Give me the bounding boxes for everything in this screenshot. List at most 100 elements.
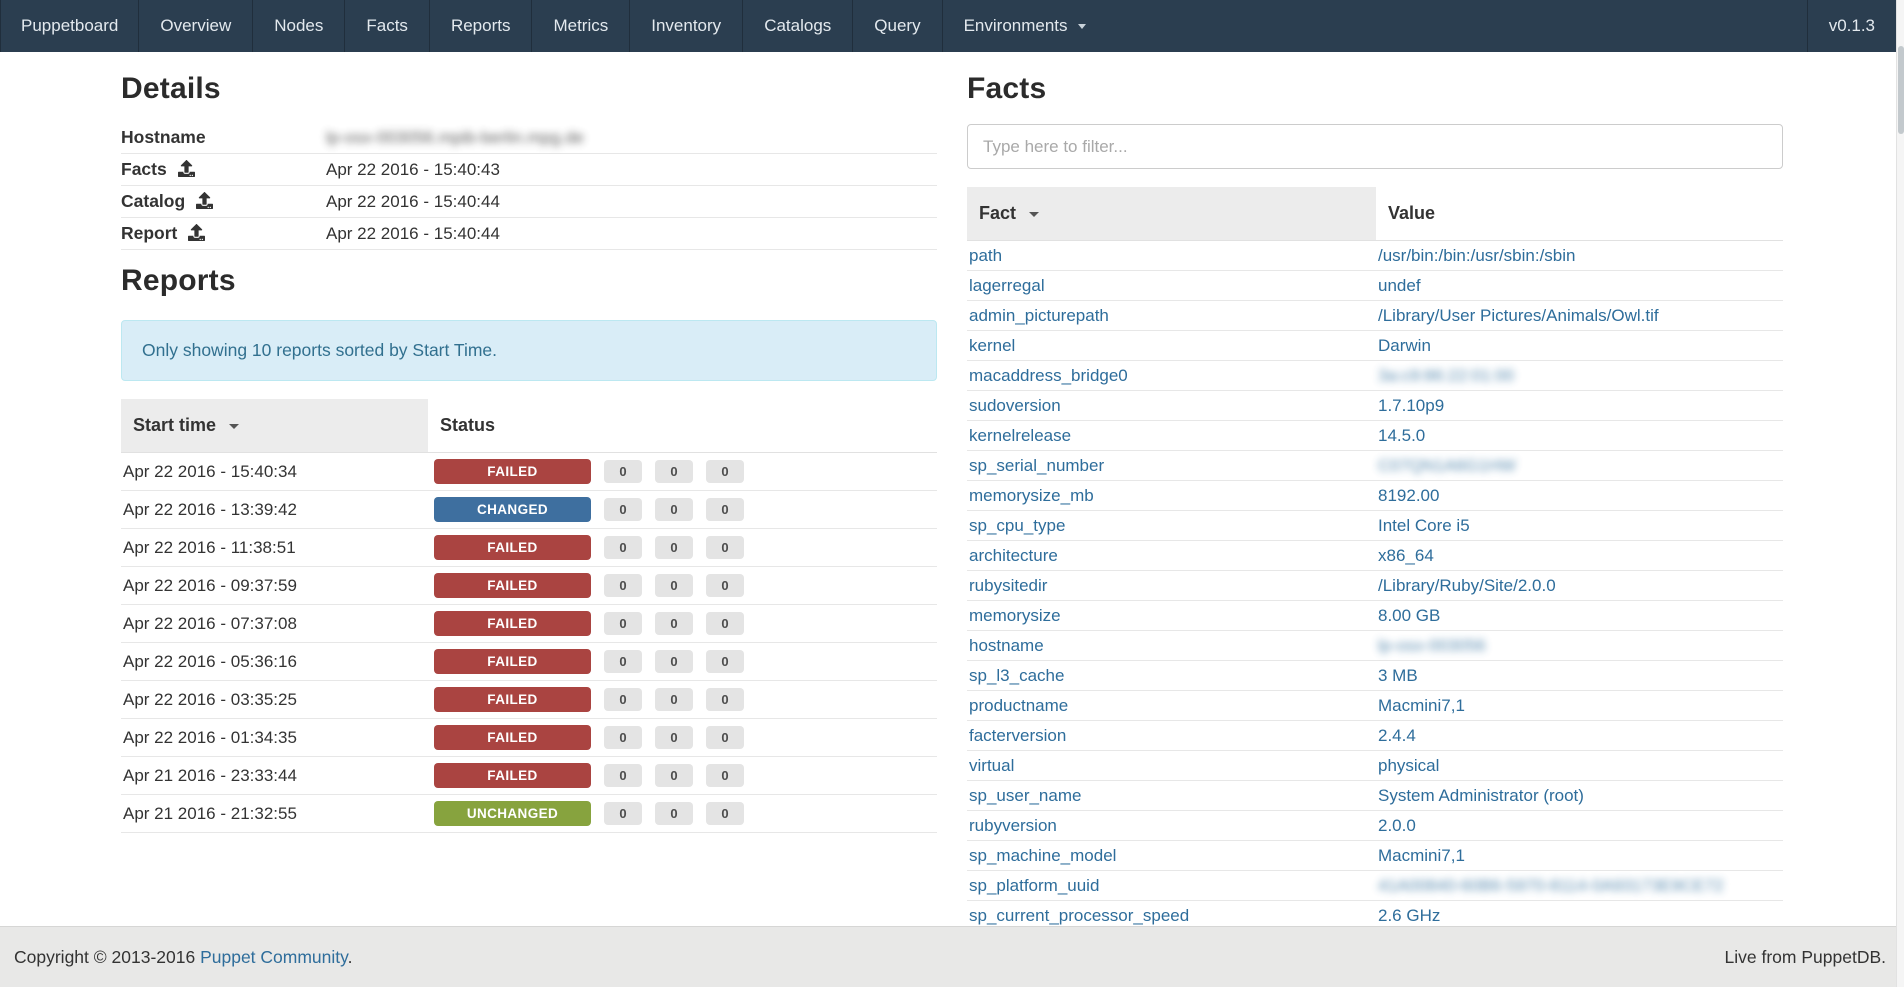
navbar-brand[interactable]: Puppetboard <box>0 0 138 52</box>
upload-icon[interactable] <box>178 160 195 177</box>
reports-header-status[interactable]: Status <box>428 399 937 453</box>
fact-value-cell: 3a:c9:86:22:01:00 <box>1376 361 1783 391</box>
fact-value-cell: 2.0.0 <box>1376 811 1783 841</box>
fact-link-sp_serial_number[interactable]: sp_serial_number <box>969 456 1104 475</box>
left-column: Details Hostnamelp-osx-003056.mpib-berli… <box>106 66 952 931</box>
puppet-community-link[interactable]: Puppet Community <box>200 947 348 967</box>
facts-sort-header-fact[interactable]: Fact <box>967 187 1376 241</box>
count-badge: 0 <box>706 460 744 483</box>
upload-icon[interactable] <box>196 192 213 209</box>
reports-header-row: Start time Status <box>121 399 937 453</box>
fact-link-macaddress_bridge0[interactable]: macaddress_bridge0 <box>969 366 1128 385</box>
report-status-cell: FAILED000 <box>428 529 937 567</box>
fact-link-sp_user_name[interactable]: sp_user_name <box>969 786 1081 805</box>
report-row: Apr 22 2016 - 01:34:35FAILED000 <box>121 719 937 757</box>
details-value: lp-osx-003056.mpib-berlin.mpg.de <box>326 122 937 154</box>
fact-link-rubysitedir[interactable]: rubysitedir <box>969 576 1047 595</box>
fact-link-kernel[interactable]: kernel <box>969 336 1015 355</box>
report-start-time[interactable]: Apr 22 2016 - 01:34:35 <box>121 719 428 757</box>
fact-link-sp_platform_uuid[interactable]: sp_platform_uuid <box>969 876 1099 895</box>
nav-item-facts[interactable]: Facts <box>344 0 429 52</box>
fact-row: memorysize_mb8192.00 <box>967 481 1783 511</box>
nav-item-query[interactable]: Query <box>852 0 941 52</box>
fact-name-cell: rubysitedir <box>967 571 1376 601</box>
fact-link-sudoversion[interactable]: sudoversion <box>969 396 1061 415</box>
chevron-down-icon <box>1078 24 1086 29</box>
nav-item-nodes[interactable]: Nodes <box>252 0 344 52</box>
upload-icon[interactable] <box>188 224 205 241</box>
status-badge: FAILED <box>434 573 591 598</box>
copyright-prefix: Copyright © 2013-2016 <box>14 947 200 967</box>
fact-link-virtual[interactable]: virtual <box>969 756 1014 775</box>
fact-value: Intel Core i5 <box>1378 516 1470 535</box>
reports-sort-header-start-time[interactable]: Start time <box>121 399 428 453</box>
report-start-time[interactable]: Apr 22 2016 - 15:40:34 <box>121 453 428 491</box>
fact-link-sp_cpu_type[interactable]: sp_cpu_type <box>969 516 1065 535</box>
fact-link-lagerregal[interactable]: lagerregal <box>969 276 1045 295</box>
fact-link-productname[interactable]: productname <box>969 696 1068 715</box>
fact-link-admin_picturepath[interactable]: admin_picturepath <box>969 306 1109 325</box>
fact-link-facterversion[interactable]: facterversion <box>969 726 1066 745</box>
fact-value-cell: undef <box>1376 271 1783 301</box>
nav-item-metrics[interactable]: Metrics <box>531 0 629 52</box>
fact-row: sp_serial_number C07QN1A6G1HW <box>967 451 1783 481</box>
fact-row: sp_machine_modelMacmini7,1 <box>967 841 1783 871</box>
count-badge: 0 <box>604 802 642 825</box>
fact-row: virtualphysical <box>967 751 1783 781</box>
details-label-catalog: Catalog <box>121 186 326 218</box>
fact-value-cell: C07QN1A6G1HW <box>1376 451 1783 481</box>
status-badge: FAILED <box>434 611 591 636</box>
fact-name-cell: macaddress_bridge0 <box>967 361 1376 391</box>
fact-value-cell: /Library/User Pictures/Animals/Owl.tif <box>1376 301 1783 331</box>
nav-item-inventory[interactable]: Inventory <box>629 0 742 52</box>
facts-table: Fact Value path/usr/bin:/bin:/usr/sbin:/… <box>967 187 1783 931</box>
count-badge: 0 <box>655 536 693 559</box>
report-start-time[interactable]: Apr 22 2016 - 03:35:25 <box>121 681 428 719</box>
nav-item-reports[interactable]: Reports <box>429 0 532 52</box>
fact-value-cell: 41A00840-60B6-5970-8114-0A93173E9CE72 <box>1376 871 1783 901</box>
report-start-time[interactable]: Apr 22 2016 - 09:37:59 <box>121 567 428 605</box>
vertical-scrollbar[interactable] <box>1896 0 1904 987</box>
scrollbar-thumb[interactable] <box>1898 46 1904 134</box>
count-badge: 0 <box>706 574 744 597</box>
report-start-time[interactable]: Apr 21 2016 - 23:33:44 <box>121 757 428 795</box>
fact-link-sp_current_processor_speed[interactable]: sp_current_processor_speed <box>969 906 1189 925</box>
report-row: Apr 22 2016 - 11:38:51FAILED000 <box>121 529 937 567</box>
fact-link-sp_machine_model[interactable]: sp_machine_model <box>969 846 1116 865</box>
fact-link-memorysize_mb[interactable]: memorysize_mb <box>969 486 1094 505</box>
fact-link-memorysize[interactable]: memorysize <box>969 606 1061 625</box>
report-start-time[interactable]: Apr 22 2016 - 11:38:51 <box>121 529 428 567</box>
navbar: Puppetboard OverviewNodesFactsReportsMet… <box>0 0 1896 52</box>
fact-row: hostname lp-osx-003056 <box>967 631 1783 661</box>
fact-link-path[interactable]: path <box>969 246 1002 265</box>
nav-item-overview[interactable]: Overview <box>138 0 252 52</box>
fact-row: rubysitedir/Library/Ruby/Site/2.0.0 <box>967 571 1783 601</box>
details-table: Hostnamelp-osx-003056.mpib-berlin.mpg.de… <box>121 122 937 250</box>
fact-value: Macmini7,1 <box>1378 696 1465 715</box>
facts-header-value[interactable]: Value <box>1376 187 1783 241</box>
fact-value: lp-osx-003056 <box>1378 636 1486 655</box>
fact-link-sp_l3_cache[interactable]: sp_l3_cache <box>969 666 1064 685</box>
nav-item-catalogs[interactable]: Catalogs <box>742 0 852 52</box>
fact-row: sp_l3_cache3 MB <box>967 661 1783 691</box>
facts-title: Facts <box>967 72 1783 106</box>
details-row: ReportApr 22 2016 - 15:40:44 <box>121 218 937 250</box>
report-start-time[interactable]: Apr 22 2016 - 05:36:16 <box>121 643 428 681</box>
fact-row: admin_picturepath/Library/User Pictures/… <box>967 301 1783 331</box>
fact-name-cell: facterversion <box>967 721 1376 751</box>
facts-filter-input[interactable] <box>967 124 1783 169</box>
nav-dropdown-environments[interactable]: Environments <box>942 0 1107 52</box>
count-badge: 0 <box>604 460 642 483</box>
fact-link-rubyversion[interactable]: rubyversion <box>969 816 1057 835</box>
report-status-cell: FAILED000 <box>428 719 937 757</box>
details-row: Hostnamelp-osx-003056.mpib-berlin.mpg.de <box>121 122 937 154</box>
fact-link-hostname[interactable]: hostname <box>969 636 1044 655</box>
report-status-cell: UNCHANGED000 <box>428 795 937 833</box>
fact-link-kernelrelease[interactable]: kernelrelease <box>969 426 1071 445</box>
count-badge: 0 <box>706 764 744 787</box>
fact-link-architecture[interactable]: architecture <box>969 546 1058 565</box>
report-start-time[interactable]: Apr 22 2016 - 13:39:42 <box>121 491 428 529</box>
report-start-time[interactable]: Apr 21 2016 - 21:32:55 <box>121 795 428 833</box>
report-start-time[interactable]: Apr 22 2016 - 07:37:08 <box>121 605 428 643</box>
fact-name-cell: memorysize_mb <box>967 481 1376 511</box>
